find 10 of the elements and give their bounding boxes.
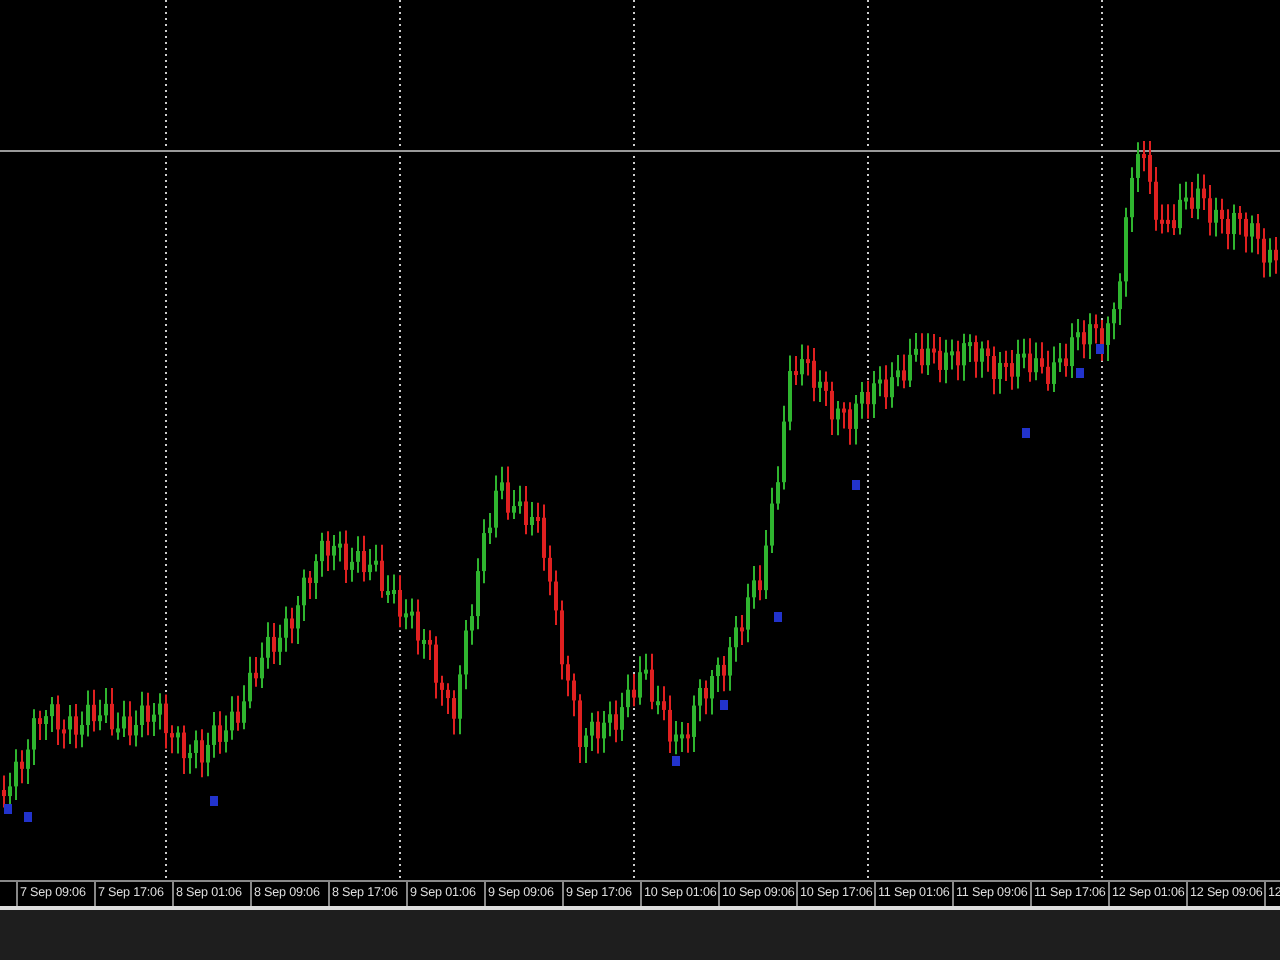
- fractal-marker: [24, 812, 32, 822]
- fractal-marker: [720, 700, 728, 710]
- fractal-marker: [4, 804, 12, 814]
- fractal-marker: [1096, 344, 1104, 354]
- fractal-marker: [672, 756, 680, 766]
- fractal-marker: [852, 480, 860, 490]
- fractal-marker: [1076, 368, 1084, 378]
- fractal-marker: [1022, 428, 1030, 438]
- fractal-marker: [774, 612, 782, 622]
- fractal-marker: [210, 796, 218, 806]
